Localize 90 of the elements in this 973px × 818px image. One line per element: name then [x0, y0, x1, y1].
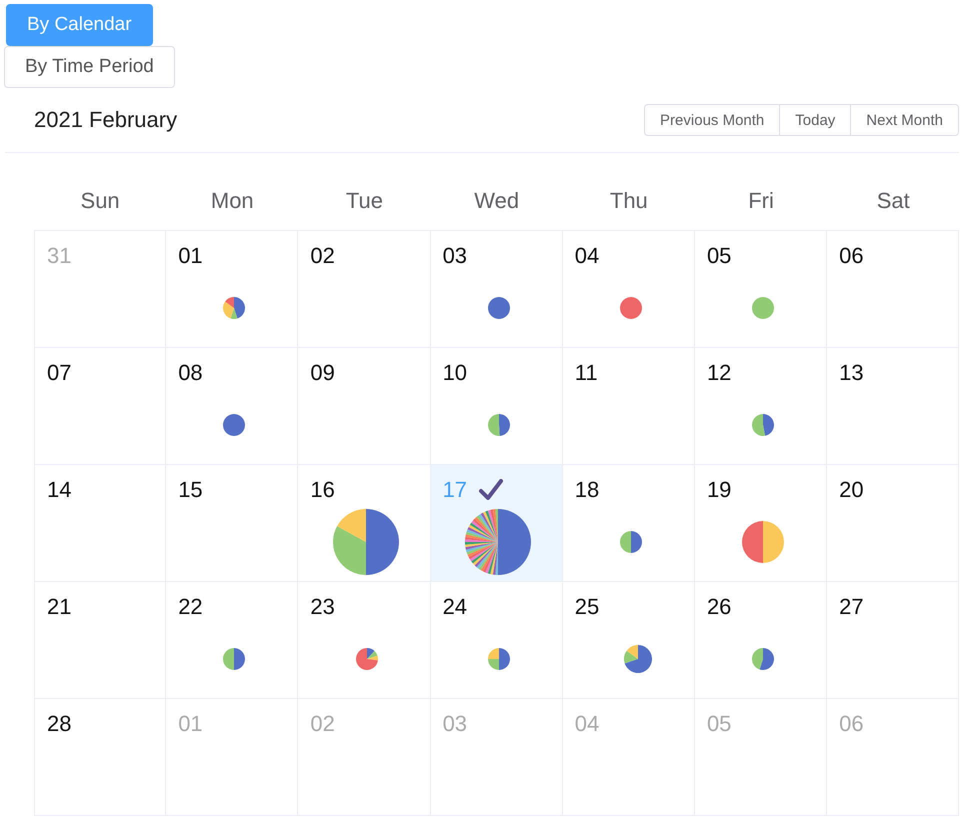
day-cell[interactable]: 16 [298, 465, 431, 582]
day-cell[interactable]: 19 [694, 465, 828, 582]
day-number: 04 [574, 243, 600, 269]
day-cell[interactable]: 15 [166, 465, 298, 582]
day-cell[interactable]: 27 [827, 582, 960, 699]
day-number: 31 [47, 243, 72, 269]
day-cell[interactable]: 24 [430, 582, 563, 699]
day-number: 12 [706, 360, 732, 386]
pie-chart-icon [620, 531, 642, 553]
day-cell[interactable]: 26 [694, 582, 828, 699]
day-cell[interactable]: 02 [298, 231, 431, 348]
pie-chart-icon [488, 648, 510, 670]
check-icon [479, 479, 504, 501]
day-cell[interactable]: 13 [827, 348, 960, 465]
day-number: 06 [839, 711, 864, 737]
day-cell[interactable]: 23 [298, 582, 431, 699]
weekday-label: Sun [80, 188, 120, 214]
pie-chart-icon [488, 297, 510, 319]
day-number: 02 [310, 243, 335, 269]
day-number: 14 [47, 477, 72, 503]
day-number: 26 [706, 594, 732, 620]
day-cell[interactable]: 03 [430, 231, 563, 348]
pie-chart-icon [223, 297, 246, 319]
day-cell[interactable]: 04 [562, 231, 695, 348]
day-cell[interactable]: 05 [694, 231, 828, 348]
day-cell[interactable]: 18 [562, 465, 695, 582]
pie-chart-icon [356, 648, 378, 670]
day-cell[interactable]: 06 [827, 231, 960, 348]
pie-chart-icon [223, 648, 246, 670]
day-number: 22 [178, 594, 203, 620]
day-number: 06 [839, 243, 864, 269]
day-number: 01 [178, 243, 203, 269]
weekday-label: Wed [474, 188, 520, 214]
day-number: 07 [47, 360, 72, 386]
day-cell[interactable]: 25 [562, 582, 695, 699]
day-number: 24 [442, 594, 468, 620]
day-number: 25 [574, 594, 600, 620]
day-cell[interactable]: 20 [827, 465, 960, 582]
weekday-label: Thu [610, 188, 648, 214]
day-number: 03 [442, 243, 468, 269]
day-number: 20 [839, 477, 864, 503]
day-number: 08 [178, 360, 203, 386]
day-number: 23 [310, 594, 335, 620]
day-number: 01 [178, 711, 203, 737]
day-number: 05 [706, 243, 732, 269]
day-cell[interactable]: 08 [166, 348, 298, 465]
month-title: 2021 February [34, 107, 178, 133]
day-number: 10 [442, 360, 468, 386]
day-cell[interactable]: 22 [166, 582, 298, 699]
day-number: 16 [310, 477, 335, 503]
pie-chart-icon [752, 648, 774, 670]
pie-chart-icon [752, 297, 774, 319]
day-cell[interactable]: 21 [34, 582, 166, 699]
day-number: 02 [310, 711, 335, 737]
pie-chart-icon [464, 509, 531, 575]
day-cell[interactable]: 14 [34, 465, 166, 582]
weekday-label: Sat [876, 188, 910, 214]
pie-chart-icon [620, 297, 642, 319]
pie-chart-icon [742, 521, 784, 563]
day-number: 17 [442, 477, 468, 503]
nav-button[interactable]: Previous Month [644, 104, 780, 136]
day-number: 11 [574, 360, 598, 386]
day-number: 04 [574, 711, 600, 737]
day-cell[interactable]: 12 [694, 348, 828, 465]
day-number: 19 [706, 477, 732, 503]
day-cell[interactable]: 28 [34, 699, 166, 816]
nav-button[interactable]: Today [779, 104, 852, 136]
pie-chart-icon [488, 414, 510, 436]
weekday-label: Mon [210, 188, 254, 214]
day-cell[interactable]: 11 [562, 348, 695, 465]
day-number: 27 [839, 594, 864, 620]
weekday-label: Tue [346, 188, 384, 214]
day-number: 03 [442, 711, 468, 737]
pie-chart-icon [624, 645, 652, 673]
pie-chart-icon [332, 509, 399, 575]
day-cell[interactable]: 01 [166, 231, 298, 348]
day-cell[interactable]: 09 [298, 348, 431, 465]
day-number: 09 [310, 360, 335, 386]
day-number: 05 [706, 711, 732, 737]
pie-chart-icon [752, 414, 774, 436]
day-number: 13 [839, 360, 864, 386]
day-number: 15 [178, 477, 203, 503]
weekday-label: Fri [748, 188, 774, 214]
day-number: 18 [574, 477, 600, 503]
pie-chart-icon [223, 414, 246, 436]
day-number: 21 [47, 594, 72, 620]
day-cell[interactable]: 07 [34, 348, 166, 465]
nav-button[interactable]: Next Month [850, 104, 959, 136]
day-number: 28 [47, 711, 72, 737]
view-tab[interactable]: By Time Period [4, 46, 175, 88]
